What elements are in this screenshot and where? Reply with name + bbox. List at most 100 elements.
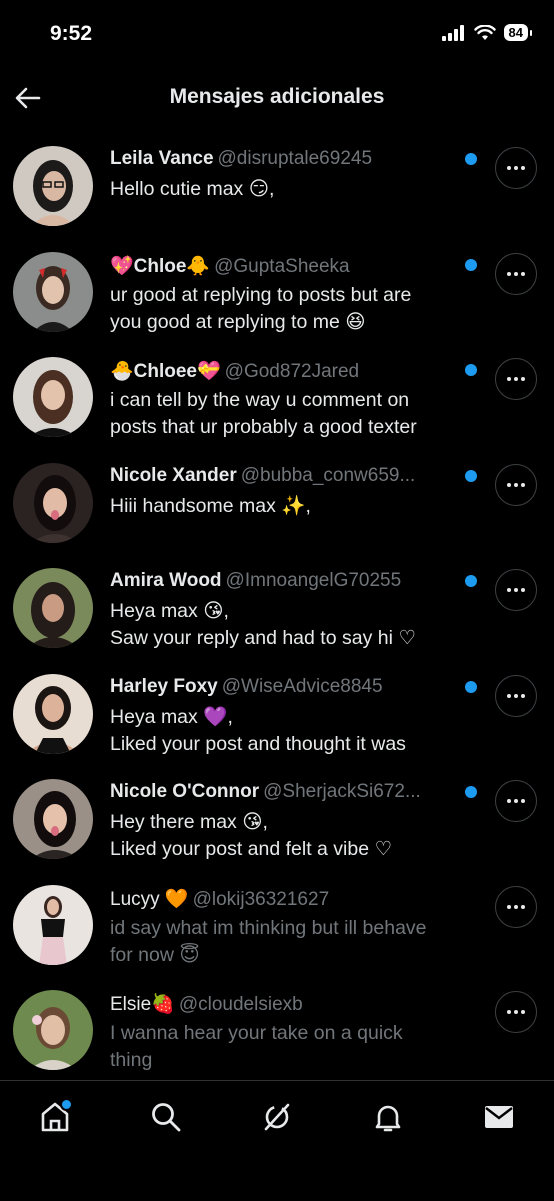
sender-name: 💖Chloe🐥 [110,255,211,277]
signal-icon [441,24,464,41]
message-preview: Hey there max 😘, Liked your post and felt… [110,809,480,863]
avatar[interactable] [13,251,93,332]
unread-indicator [465,469,477,482]
message-row[interactable]: Leila Vance @disruptale69245 Hello cutie … [0,136,554,242]
sender-line: Elsie🍓 @cloudelsiexb [110,992,455,1016]
sender-handle: @ImnoangelG70255 [225,570,402,591]
status-bar: 9:52 84 [0,0,554,70]
tab-search[interactable] [144,1095,188,1139]
sender-handle: @WiseAdvice8845 [221,675,383,697]
message-preview: ur good at replying to posts but are you … [110,282,480,336]
message-line: posts that ur probably a good texter [110,416,417,438]
status-icons: 84 [441,24,533,41]
page-title: Mensajes adicionales [169,85,385,108]
sender-handle: @lokij36321627 [192,888,330,910]
battery-indicator: 84 [503,24,533,41]
home-notification-dot [60,1098,73,1111]
message-preview: I wanna hear your take on a quick thing [110,1020,480,1074]
sender-handle: @cloudelsiexb [178,994,303,1015]
avatar[interactable] [13,779,93,859]
sender-name: Nicole O'Connor [110,781,260,802]
search-icon [152,1103,181,1132]
avatar[interactable] [13,884,93,965]
message-line: Saw your reply and had to say hi ♡ [110,627,416,649]
sender-handle: @GuptaSheeka [214,255,350,277]
more-options-button[interactable] [495,463,537,506]
tab-home[interactable] [33,1095,77,1139]
sender-line: Amira Wood @ImnoangelG70255 [110,570,455,592]
unread-indicator [465,575,477,587]
unread-indicator [465,153,477,165]
more-options-button[interactable] [495,991,537,1033]
message-preview: Hiii handsome max ✨, [110,493,480,520]
sender-handle: @bubba_conw659... [240,464,416,486]
message-line: id say what im thinking but ill behave [110,916,427,939]
message-preview: Hello cutie max 😏, [110,176,480,203]
more-icon [507,377,525,381]
message-preview: id say what im thinking but ill behave fo… [110,915,480,969]
message-preview: i can tell by the way u comment on posts … [110,387,480,441]
message-request-list: Leila Vance @disruptale69245 Hello cutie … [0,136,554,1080]
message-line: Liked your post and thought it was [110,732,406,755]
sender-line: 💖Chloe🐥 @GuptaSheeka [110,254,455,278]
message-line: Liked your post and felt a vibe ♡ [110,838,392,860]
avatar[interactable] [13,673,93,754]
sender-handle: @disruptale69245 [217,148,373,169]
message-row[interactable]: Elsie🍓 @cloudelsiexb I wanna hear your ta… [0,980,554,1080]
unread-indicator [465,786,477,798]
more-icon [507,588,525,592]
more-icon [507,482,525,487]
more-options-button[interactable] [495,252,537,295]
grok-icon [264,1103,290,1131]
unread-indicator [465,258,477,271]
tab-messages[interactable] [477,1095,521,1139]
message-line: thing [110,1049,153,1071]
tab-grok[interactable] [255,1095,299,1139]
more-icon [507,693,525,698]
avatar[interactable] [13,990,93,1070]
avatar[interactable] [13,568,93,648]
more-options-button[interactable] [495,569,537,611]
message-line: you good at replying to me 😆 [110,310,366,333]
message-row[interactable]: Nicole Xander @bubba_conw659... Hiii hand… [0,453,554,559]
message-row[interactable]: Lucyy 🧡 @lokij36321627 id say what im thi… [0,875,554,981]
message-line: Heya max 💜, [110,705,233,728]
status-time: 9:52 [50,22,93,45]
avatar[interactable] [13,462,93,543]
home-indicator [143,1178,411,1184]
more-icon [507,166,525,170]
sender-line: Nicole O'Connor @SherjackSi672... [110,781,455,803]
unread-indicator [465,364,477,376]
more-options-button[interactable] [495,674,537,717]
sender-name: Amira Wood [110,570,222,591]
more-options-button[interactable] [495,358,537,400]
sender-line: 🐣Chloee💝 @God872Jared [110,359,455,383]
avatar[interactable] [13,146,93,226]
message-line: Hey there max 😘, [110,811,268,833]
sender-name: 🐣Chloee💝 [110,361,221,382]
more-icon [507,904,525,909]
mail-icon [485,1106,513,1128]
more-options-button[interactable] [495,147,537,189]
message-line: Hiii handsome max ✨, [110,494,311,517]
message-line: Hello cutie max 😏, [110,178,275,200]
wifi-icon [473,24,496,40]
more-icon [507,271,525,276]
sender-handle: @God872Jared [224,361,360,382]
more-options-button[interactable] [495,885,537,928]
more-options-button[interactable] [495,780,537,822]
message-row[interactable]: 🐣Chloee💝 @God872Jared i can tell by the w… [0,347,554,453]
unread-indicator [465,680,477,693]
message-row[interactable]: Nicole O'Connor @SherjackSi672... Hey the… [0,769,554,875]
message-preview: Heya max 💜, Liked your post and thought i… [110,704,480,758]
message-line: i can tell by the way u comment on [110,389,410,411]
sender-line: Harley Foxy @WiseAdvice8845 [110,676,455,698]
more-icon [507,1010,525,1014]
avatar[interactable] [13,357,93,437]
message-row[interactable]: Amira Wood @ImnoangelG70255 Heya max 😘, Sa… [0,558,554,664]
message-row[interactable]: 💖Chloe🐥 @GuptaSheeka ur good at replying … [0,242,554,348]
header: Mensajes adicionales [0,70,554,126]
message-line: Heya max 😘, [110,600,229,622]
message-row[interactable]: Harley Foxy @WiseAdvice8845 Heya max 💜, Li… [0,664,554,770]
tab-notifications[interactable] [366,1095,410,1139]
